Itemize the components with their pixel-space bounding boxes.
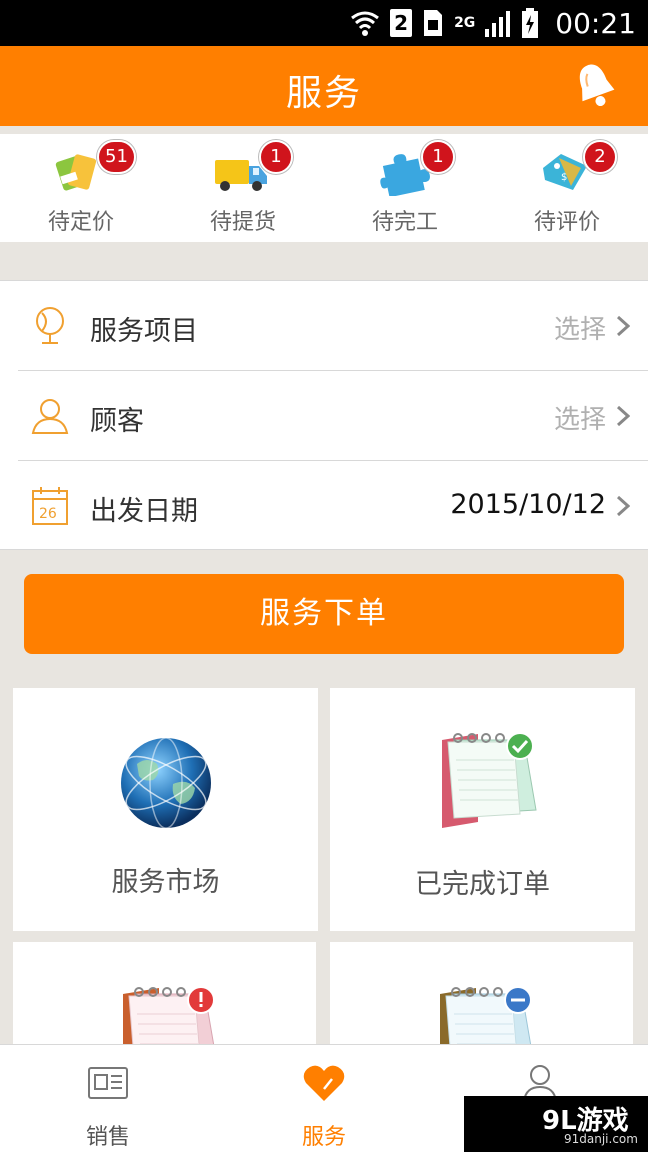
bell-icon[interactable] [572, 58, 618, 114]
place-order-button[interactable]: 服务下单 [24, 574, 624, 654]
notebook-check-icon [442, 732, 537, 828]
status-item-pending-completion[interactable]: 1 待完工 [324, 134, 486, 242]
row-label: 服务项目 [90, 316, 198, 347]
id-card-icon [88, 1067, 128, 1099]
badge-count: 2 [583, 140, 617, 174]
globe-icon [121, 737, 211, 829]
service-item-value: 选择 [553, 315, 606, 345]
watermark-url: 91danji.com [564, 1132, 638, 1146]
wifi-icon [351, 11, 379, 36]
calendar-icon: 26 [32, 487, 68, 525]
tile-label: 服务市场 [111, 867, 220, 898]
nav-item-sales[interactable]: 销售 [0, 1045, 216, 1152]
sim-card-icon [424, 10, 443, 36]
badge-count: 1 [259, 140, 293, 174]
user-outline-icon [31, 399, 69, 434]
status-label: 待定价 [47, 210, 114, 235]
status-item-pending-price[interactable]: 51 待定价 [0, 134, 162, 242]
status-item-pending-review[interactable]: $ 2 待评价 [486, 134, 648, 242]
signal-icon [485, 11, 511, 37]
app-header: 服务 [0, 46, 648, 126]
nav-label: 服务 [301, 1125, 346, 1150]
status-label: 待评价 [533, 210, 600, 235]
order-status-row: 51 待定价 1 待提货 1 待完工 $ 2 待评价 [0, 134, 648, 242]
departure-date-value: 2015/10/12 [450, 489, 606, 520]
globe-stand-icon [36, 307, 64, 344]
service-item-row[interactable]: 服务项目 选择 [18, 281, 648, 371]
status-item-pending-pickup[interactable]: 1 待提货 [162, 134, 324, 242]
customer-row[interactable]: 顾客 选择 [18, 371, 648, 461]
row-label: 出发日期 [90, 496, 198, 527]
badge-count: 51 [97, 140, 136, 174]
order-form: 服务项目 选择 顾客 选择 26 出发日期 2015/10/12 [0, 280, 648, 550]
status-bar: 2 2G 00:21 [0, 0, 648, 46]
status-label: 待完工 [371, 210, 438, 235]
notebook-minus-icon [440, 986, 533, 1052]
tile-service-market[interactable]: 服务市场 [13, 688, 318, 931]
tile-exception-orders[interactable] [13, 942, 316, 1052]
battery-icon [522, 8, 539, 38]
network-type: 2G [454, 15, 476, 31]
status-label: 待提货 [209, 210, 276, 235]
customer-value: 选择 [553, 405, 606, 435]
tile-completed-orders[interactable]: 已完成订单 [330, 688, 635, 931]
badge-count: 1 [421, 140, 455, 174]
svg-text:$: $ [561, 172, 567, 183]
watermark: 9L游戏 91danji.com [464, 1096, 648, 1152]
calendar-day: 26 [39, 506, 57, 522]
nav-item-service[interactable]: 服务 [216, 1045, 432, 1152]
departure-date-row[interactable]: 26 出发日期 2015/10/12 [18, 461, 648, 551]
row-label: 顾客 [90, 406, 144, 437]
page-title: 服务 [285, 73, 362, 114]
tile-label: 已完成订单 [415, 869, 550, 900]
tile-cancelled-orders[interactable] [330, 942, 633, 1052]
chevron-right-icon [616, 315, 630, 337]
sim-slot-indicator: 2 [390, 9, 413, 37]
clock: 00:21 [555, 6, 636, 40]
chevron-right-icon [616, 495, 630, 517]
notebook-alert-icon [123, 986, 216, 1052]
heart-icon [303, 1065, 345, 1101]
nav-label: 销售 [85, 1125, 130, 1150]
chevron-right-icon [616, 405, 630, 427]
